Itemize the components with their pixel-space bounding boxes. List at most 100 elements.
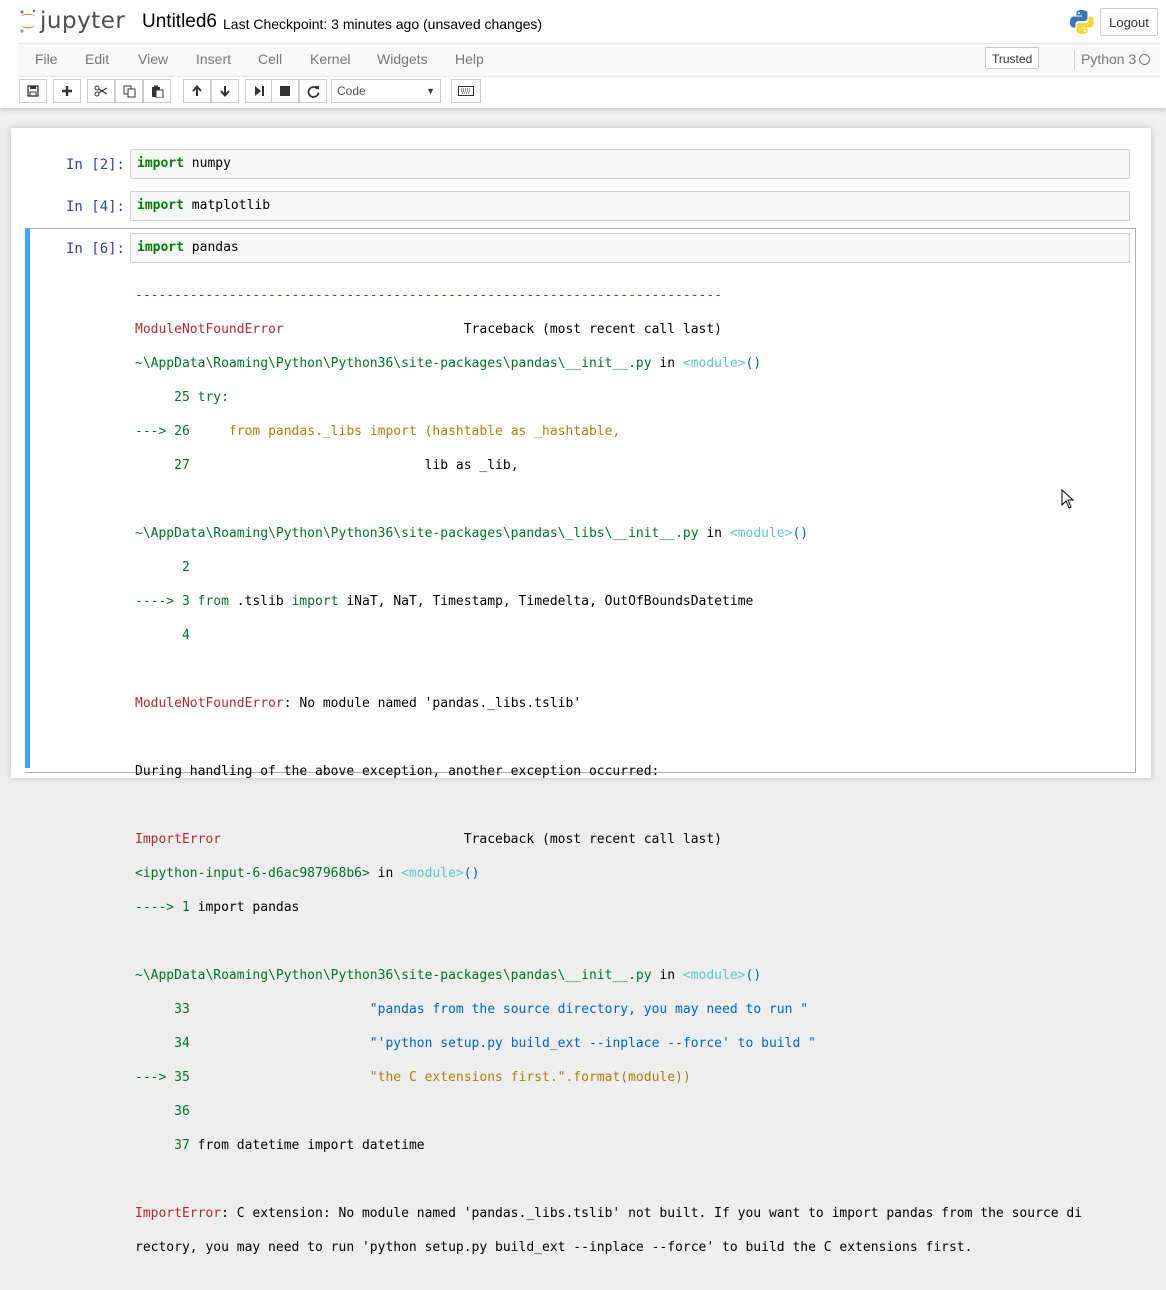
menu-view[interactable]: View — [138, 51, 168, 67]
menu-bar: File Edit View Insert Cell Kernel Widget… — [18, 43, 1160, 77]
traceback-heading: Traceback (most recent call last) — [283, 322, 723, 337]
line-number-current: ----> 1 — [135, 900, 198, 915]
in-text: in — [651, 356, 683, 371]
line-number: 27 — [135, 458, 198, 473]
error-type: ModuleNotFoundError — [135, 696, 284, 711]
menu-file[interactable]: File — [35, 51, 58, 67]
traceback-separator: ----------------------------------------… — [135, 288, 722, 303]
code-keyword: import — [137, 156, 184, 171]
menu-insert[interactable]: Insert — [196, 51, 231, 67]
menu-edit[interactable]: Edit — [85, 51, 109, 67]
traceback-line: rectory, you may need to run 'python set… — [135, 1240, 973, 1255]
dropdown-arrow-icon: ▼ — [426, 86, 435, 96]
interrupt-button[interactable] — [271, 79, 299, 103]
code-line: from datetime import datetime — [197, 1138, 425, 1153]
cut-icon — [94, 85, 108, 97]
move-up-button[interactable] — [183, 79, 211, 103]
menu-kernel[interactable]: Kernel — [310, 51, 350, 67]
copy-icon — [123, 85, 135, 97]
module-name: <module> — [729, 526, 793, 541]
code-string: "the C extensions first.".format(module)… — [197, 1070, 691, 1085]
menu-widgets[interactable]: Widgets — [377, 51, 428, 67]
in-text: in — [369, 866, 402, 881]
traceback-line: 33 "pandas from the source directory, yo… — [135, 1001, 1135, 1018]
jupyter-logo-text: jupyter — [40, 8, 126, 34]
call-parens: () — [745, 968, 762, 983]
menu-help[interactable]: Help — [455, 51, 484, 67]
code-input[interactable]: import matplotlib — [130, 191, 1130, 221]
paste-icon — [151, 85, 163, 98]
code-keyword: import — [137, 198, 184, 213]
call-parens: () — [463, 866, 480, 881]
traceback-line: 25 try: — [135, 389, 1135, 406]
notebook-title[interactable]: Untitled6 — [142, 11, 217, 33]
line-number: 33 — [135, 1002, 198, 1017]
error-type: ImportError — [135, 832, 222, 847]
paste-button[interactable] — [143, 79, 171, 103]
arrow-up-icon — [192, 85, 202, 96]
notebook-header: jupyter Untitled6 Last Checkpoint: 3 min… — [0, 0, 1166, 108]
save-button[interactable] — [19, 79, 47, 103]
restart-icon — [307, 85, 319, 98]
traceback-line: 37 from datetime import datetime — [135, 1137, 1135, 1154]
traceback-line: ImportError Traceback (most recent call … — [135, 831, 1135, 848]
code-keyword: try: — [197, 390, 229, 405]
move-down-button[interactable] — [211, 79, 239, 103]
in-text: in — [651, 968, 683, 983]
command-palette-button[interactable] — [451, 79, 481, 103]
traceback-line: ModuleNotFoundError: No module named 'pa… — [135, 695, 1135, 712]
traceback-output: ----------------------------------------… — [135, 270, 1135, 1290]
cell-type-select[interactable]: Code ▼ — [331, 79, 441, 103]
traceback-line: ----> 3 from .tslib import iNaT, NaT, Ti… — [135, 593, 1135, 610]
code-input[interactable]: import numpy — [130, 149, 1130, 179]
file-path: ~\AppData\Roaming\Python\Python36\site-p… — [135, 968, 652, 983]
trusted-indicator[interactable]: Trusted — [985, 47, 1040, 69]
error-message: : No module named 'pandas._libs.tslib' — [283, 696, 582, 711]
traceback-line: <ipython-input-6-d6ac987968b6> in <modul… — [135, 865, 1135, 882]
copy-button[interactable] — [115, 79, 143, 103]
module-name: <module> — [682, 968, 746, 983]
code-line: from pandas._libs import (hashtable as _… — [197, 424, 621, 439]
module-name: <module> — [682, 356, 746, 371]
input-prompt: In [6]: — [65, 241, 125, 257]
traceback-line: 4 — [135, 627, 1135, 644]
code-keyword: from — [197, 594, 229, 609]
code-text: iNaT, NaT, Timestamp, Timedelta, OutOfBo… — [338, 594, 754, 609]
menu-cell[interactable]: Cell — [258, 51, 282, 67]
error-message: : C extension: No module named 'pandas._… — [221, 1206, 1083, 1221]
traceback-line: ---> 35 "the C extensions first.".format… — [135, 1069, 1135, 1086]
traceback-line: During handling of the above exception, … — [135, 764, 660, 779]
logout-button[interactable]: Logout — [1100, 8, 1158, 36]
code-keyword: import — [137, 240, 184, 255]
cell-type-value: Code — [337, 84, 366, 98]
input-prompt: In [4]: — [65, 199, 125, 215]
code-text: numpy — [183, 156, 231, 171]
code-line: import pandas — [197, 900, 300, 915]
code-input[interactable]: import pandas — [130, 233, 1130, 263]
insert-cell-button[interactable] — [53, 79, 81, 103]
line-number-current: ----> 3 — [135, 594, 198, 609]
line-number: 4 — [135, 628, 190, 643]
jupyter-logo-icon — [20, 9, 36, 33]
jupyter-logo[interactable]: jupyter — [18, 6, 125, 36]
traceback-line: ~\AppData\Roaming\Python\Python36\site-p… — [135, 525, 1135, 542]
kernel-name: Python 3 — [1081, 51, 1137, 67]
input-prompt: In [2]: — [65, 157, 125, 173]
notebook-container: In [2]: import numpy In [4]: import matp… — [11, 128, 1151, 1255]
code-text: matplotlib — [183, 198, 271, 213]
traceback-line: 34 "'python setup.py build_ext --inplace… — [135, 1035, 1135, 1052]
code-text: .tslib — [228, 594, 292, 609]
file-path: <ipython-input-6-d6ac987968b6> — [135, 866, 370, 881]
code-text: pandas — [183, 240, 239, 255]
restart-button[interactable] — [299, 79, 327, 103]
error-type: ModuleNotFoundError — [135, 322, 284, 337]
stop-icon — [280, 86, 290, 96]
selected-cell-indicator — [25, 228, 30, 768]
traceback-heading: Traceback (most recent call last) — [221, 832, 722, 847]
run-button[interactable] — [245, 79, 273, 103]
cut-button[interactable] — [87, 79, 115, 103]
